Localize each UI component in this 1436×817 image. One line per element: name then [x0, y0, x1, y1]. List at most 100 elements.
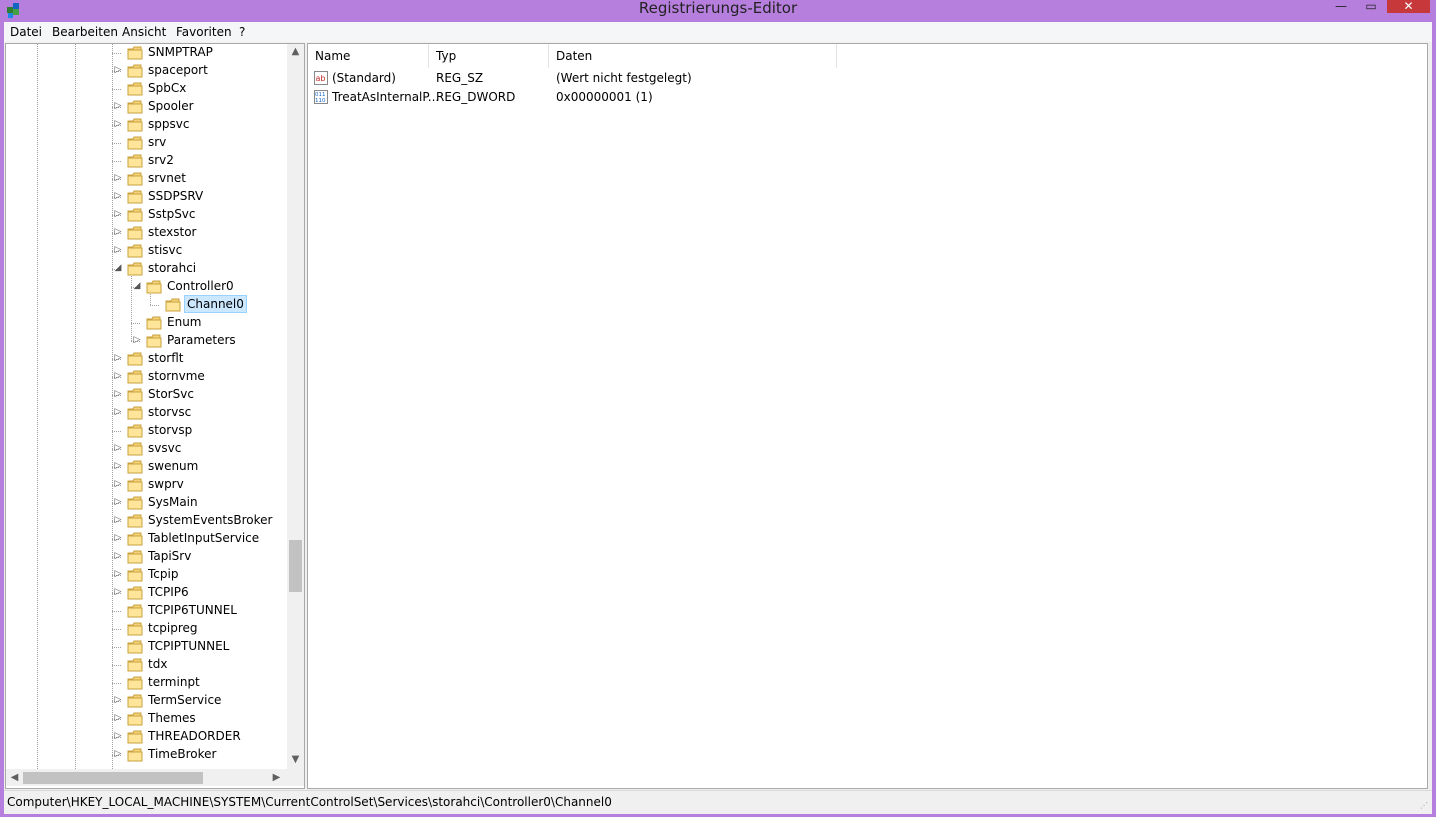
- menu-bearbeiten[interactable]: Bearbeiten: [52, 25, 118, 39]
- tree-node[interactable]: ◢ Controller0: [6, 278, 286, 296]
- tree-node[interactable]: tdx: [6, 656, 286, 674]
- tree-node-label[interactable]: tdx: [146, 656, 169, 672]
- expand-arrow-icon[interactable]: ▷: [113, 407, 123, 417]
- tree-node[interactable]: ▷ storflt: [6, 350, 286, 368]
- tree-node[interactable]: ▷ Parameters: [6, 332, 286, 350]
- maximize-button[interactable]: ▭: [1357, 0, 1385, 14]
- minimize-button[interactable]: —: [1328, 0, 1354, 14]
- tree-node[interactable]: ▷ TCPIP6: [6, 584, 286, 602]
- tree-node[interactable]: ▷ stornvme: [6, 368, 286, 386]
- tree-node[interactable]: ▷ swprv: [6, 476, 286, 494]
- tree-horizontal-scrollbar[interactable]: ◀ ▶: [6, 769, 287, 786]
- tree-node[interactable]: ▷ Spooler: [6, 98, 286, 116]
- tree-node-label[interactable]: terminpt: [146, 674, 202, 690]
- tree-node[interactable]: ▷ SstpSvc: [6, 206, 286, 224]
- tree-node-label[interactable]: Tcpip: [146, 566, 180, 582]
- expand-arrow-icon[interactable]: ▷: [113, 101, 123, 111]
- tree-node[interactable]: ▷ TapiSrv: [6, 548, 286, 566]
- tree-node[interactable]: SpbCx: [6, 80, 286, 98]
- expand-arrow-icon[interactable]: ▷: [113, 515, 123, 525]
- expand-arrow-icon[interactable]: ▷: [113, 353, 123, 363]
- expand-arrow-icon[interactable]: ▷: [113, 443, 123, 453]
- tree-node-label[interactable]: SystemEventsBroker: [146, 512, 274, 528]
- tree-node[interactable]: ▷ swenum: [6, 458, 286, 476]
- tree-node[interactable]: srv2: [6, 152, 286, 170]
- tree-node-label[interactable]: Spooler: [146, 98, 196, 114]
- expand-arrow-icon[interactable]: ▷: [113, 569, 123, 579]
- expand-arrow-icon[interactable]: ▷: [113, 371, 123, 381]
- tree-node[interactable]: srv: [6, 134, 286, 152]
- expand-arrow-icon[interactable]: ▷: [113, 119, 123, 129]
- tree-node-label[interactable]: swprv: [146, 476, 186, 492]
- tree-node[interactable]: storvsp: [6, 422, 286, 440]
- close-button[interactable]: ✕: [1387, 0, 1430, 13]
- tree-node[interactable]: ▷ stexstor: [6, 224, 286, 242]
- tree-node[interactable]: ▷ SSDPSRV: [6, 188, 286, 206]
- tree-node-label[interactable]: TCPIPTUNNEL: [146, 638, 231, 654]
- expand-arrow-icon[interactable]: ▷: [113, 209, 123, 219]
- expand-arrow-icon[interactable]: ▷: [113, 245, 123, 255]
- menu-help[interactable]: ?: [239, 25, 245, 39]
- expand-arrow-icon[interactable]: ▷: [113, 533, 123, 543]
- key-tree[interactable]: SNMPTRAP ▷ spaceport SpbCx ▷ Spooler ▷ sppsvc sr…: [5, 43, 305, 789]
- expand-arrow-icon[interactable]: ▷: [113, 389, 123, 399]
- expand-arrow-icon[interactable]: ▷: [113, 191, 123, 201]
- values-list[interactable]: Name Typ Daten ab (Standard) REG_SZ (Wer…: [307, 43, 1428, 789]
- column-header-type[interactable]: Typ: [429, 44, 549, 68]
- column-header-data[interactable]: Daten: [549, 44, 837, 68]
- expand-arrow-icon[interactable]: ▷: [113, 551, 123, 561]
- vertical-scroll-thumb[interactable]: [289, 540, 302, 592]
- scroll-right-arrow-icon[interactable]: ▶: [268, 772, 285, 783]
- tree-node-label[interactable]: SpbCx: [146, 80, 188, 96]
- tree-node-label[interactable]: storahci: [146, 260, 198, 276]
- expand-arrow-icon[interactable]: ▷: [113, 587, 123, 597]
- scroll-left-arrow-icon[interactable]: ◀: [6, 772, 23, 783]
- tree-node-label[interactable]: TCPIP6: [146, 584, 191, 600]
- scroll-up-arrow-icon[interactable]: ▲: [287, 46, 304, 57]
- value-row[interactable]: ab (Standard) REG_SZ (Wert nicht festgel…: [308, 69, 1427, 88]
- menu-datei[interactable]: Datei: [10, 25, 42, 39]
- tree-node-label[interactable]: svsvc: [146, 440, 183, 456]
- expand-arrow-icon[interactable]: ▷: [113, 497, 123, 507]
- tree-node[interactable]: ◢ storahci: [6, 260, 286, 278]
- tree-node-label[interactable]: Parameters: [165, 332, 238, 348]
- tree-node[interactable]: ▷ THREADORDER: [6, 728, 286, 746]
- tree-node-label[interactable]: SstpSvc: [146, 206, 198, 222]
- tree-node[interactable]: ▷ TermService: [6, 692, 286, 710]
- menu-favoriten[interactable]: Favoriten: [176, 25, 232, 39]
- tree-node-label[interactable]: stexstor: [146, 224, 198, 240]
- tree-node-label[interactable]: spaceport: [146, 62, 210, 78]
- tree-node-label[interactable]: Enum: [165, 314, 203, 330]
- tree-node-label[interactable]: SSDPSRV: [146, 188, 205, 204]
- tree-node[interactable]: ▷ svsvc: [6, 440, 286, 458]
- tree-node[interactable]: SNMPTRAP: [6, 44, 286, 62]
- tree-node-label[interactable]: Controller0: [165, 278, 236, 294]
- tree-node-label[interactable]: TapiSrv: [146, 548, 193, 564]
- expand-arrow-icon[interactable]: ▷: [113, 227, 123, 237]
- tree-node-label[interactable]: srv: [146, 134, 168, 150]
- tree-node-label[interactable]: SysMain: [146, 494, 200, 510]
- tree-node-label[interactable]: sppsvc: [146, 116, 191, 132]
- tree-node[interactable]: Channel0: [6, 295, 286, 314]
- tree-node-label[interactable]: srv2: [146, 152, 176, 168]
- resize-grip-icon[interactable]: ⋰: [1420, 802, 1430, 812]
- tree-node-label[interactable]: storvsp: [146, 422, 194, 438]
- expand-arrow-icon[interactable]: ▷: [113, 173, 123, 183]
- tree-node[interactable]: TCPIP6TUNNEL: [6, 602, 286, 620]
- expand-arrow-icon[interactable]: ▷: [113, 65, 123, 75]
- tree-node-label[interactable]: TermService: [146, 692, 223, 708]
- expand-arrow-icon[interactable]: ▷: [113, 695, 123, 705]
- tree-node-label[interactable]: swenum: [146, 458, 200, 474]
- tree-node[interactable]: Enum: [6, 314, 286, 332]
- tree-node[interactable]: terminpt: [6, 674, 286, 692]
- tree-node-label[interactable]: stornvme: [146, 368, 207, 384]
- tree-node[interactable]: ▷ SystemEventsBroker: [6, 512, 286, 530]
- expand-arrow-icon[interactable]: ▷: [113, 731, 123, 741]
- tree-node-label[interactable]: srvnet: [146, 170, 188, 186]
- value-row[interactable]: 011 110 TreatAsInternalP... REG_DWORD 0x…: [308, 88, 1427, 107]
- tree-node[interactable]: ▷ SysMain: [6, 494, 286, 512]
- collapse-arrow-icon[interactable]: ◢: [113, 263, 123, 273]
- tree-node[interactable]: ▷ StorSvc: [6, 386, 286, 404]
- tree-node[interactable]: ▷ sppsvc: [6, 116, 286, 134]
- tree-node[interactable]: tcpipreg: [6, 620, 286, 638]
